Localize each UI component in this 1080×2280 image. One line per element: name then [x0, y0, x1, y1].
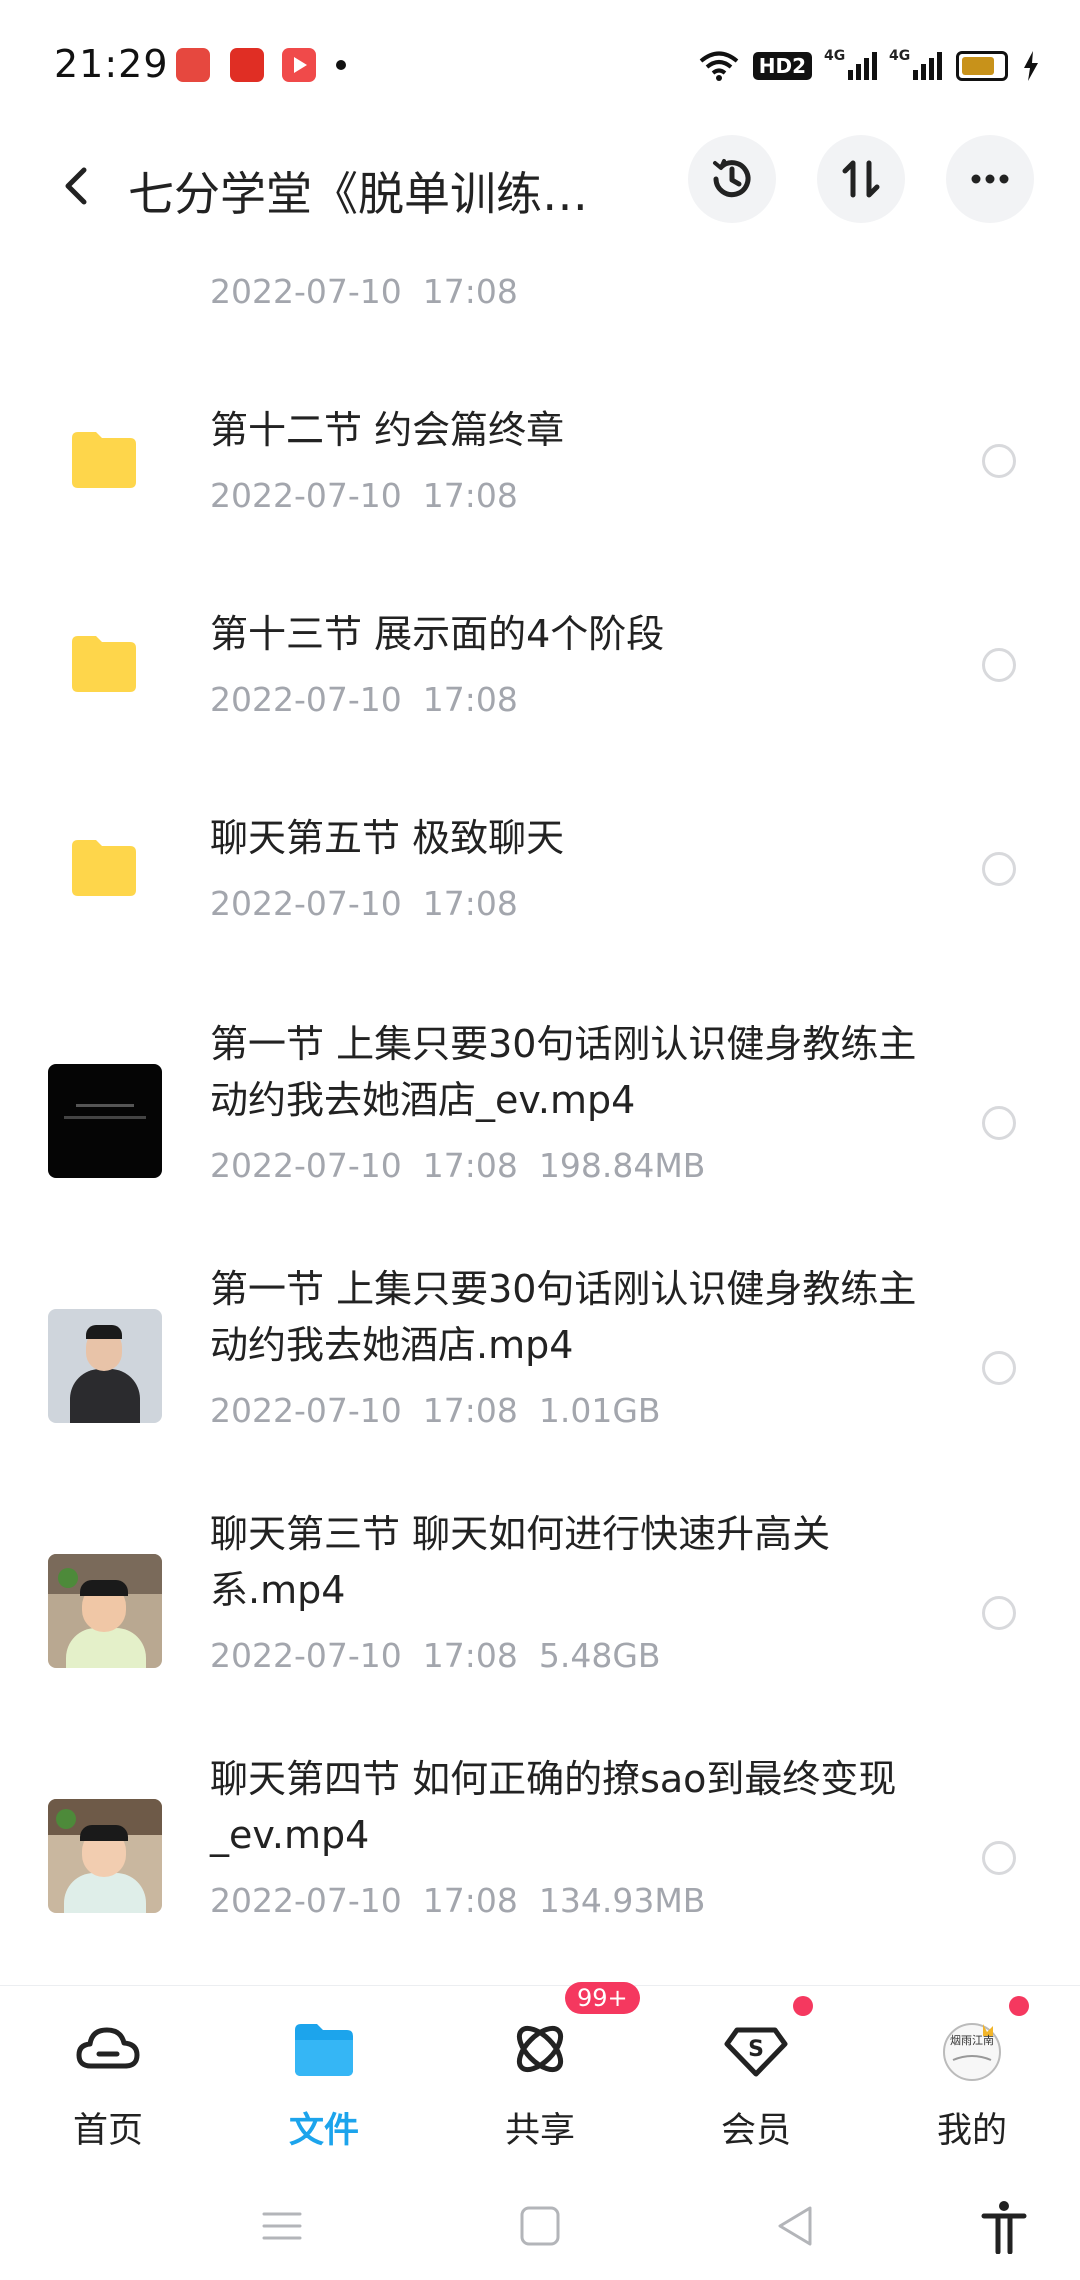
select-radio[interactable] [982, 1106, 1016, 1140]
file-meta: 2022-07-10 17:08 5.48GB [210, 1636, 661, 1675]
home-square-icon[interactable] [512, 2198, 568, 2254]
tab-home[interactable]: 首页 [33, 1986, 183, 2171]
charging-icon [1024, 51, 1038, 81]
top-bar: 七分学堂《脱单训练… [0, 130, 1080, 250]
share-orbit-icon [516, 2025, 564, 2073]
tab-mine[interactable]: 烟雨江南 我的 [897, 1986, 1047, 2171]
video-thumbnail [48, 1799, 162, 1913]
file-meta: 2022-07-10 17:08 [210, 680, 518, 719]
file-row[interactable]: 聊天第五节 极致聊天 2022-07-10 17:08 [0, 788, 1080, 988]
notification-dot [1009, 1996, 1029, 2016]
video-thumbnail [48, 1064, 162, 1178]
file-list: 2022-07-10 17:08 第十二节 约会篇终章 2022-07-10 1… [0, 250, 1080, 1980]
select-radio[interactable] [982, 444, 1016, 478]
hd-badge: HD2 [752, 52, 812, 80]
system-nav-bar [0, 2170, 1080, 2280]
toutiao-icon [176, 48, 210, 82]
file-row[interactable]: 第一节 上集只要30句话刚认识健身教练主动约我去她酒店.mp4 2022-07-… [0, 1255, 1080, 1495]
status-bar: 21:29 HD2 4G 4G [0, 0, 1080, 130]
pinduoduo-icon [230, 48, 264, 82]
select-radio[interactable] [982, 648, 1016, 682]
file-meta: 2022-07-10 17:08 [210, 884, 518, 923]
sort-button[interactable] [817, 135, 905, 223]
file-row[interactable]: 2022-07-10 17:08 [0, 250, 1080, 360]
file-row[interactable]: 第十二节 约会篇终章 2022-07-10 17:08 [0, 380, 1080, 580]
select-radio[interactable] [982, 1841, 1016, 1875]
back-triangle-icon[interactable] [768, 2198, 824, 2254]
svg-text:S: S [748, 2037, 764, 2062]
video-app-icon [282, 48, 316, 82]
accessibility-icon[interactable] [976, 2198, 1032, 2254]
tab-files[interactable]: 文件 [249, 1986, 399, 2171]
signal-4g-icon: 4G [824, 48, 877, 80]
file-name: 第十二节 约会篇终章 [210, 408, 565, 452]
file-meta: 2022-07-10 17:08 198.84MB [210, 1146, 706, 1185]
file-name: 第一节 上集只要30句话刚认识健身教练主动约我去她酒店_ev.mp4 [210, 1022, 917, 1122]
file-row[interactable]: 聊天第四节 如何正确的撩sao到最终变现_ev.mp4 2022-07-10 1… [0, 1745, 1080, 1980]
tab-label: 共享 [504, 2111, 575, 2151]
video-thumbnail [48, 1309, 162, 1423]
file-name: 聊天第四节 如何正确的撩sao到最终变现_ev.mp4 [210, 1757, 897, 1857]
file-name: 聊天第三节 聊天如何进行快速升高关系.mp4 [210, 1512, 831, 1612]
file-meta: 2022-07-10 17:08 [210, 476, 518, 515]
sort-icon [842, 160, 880, 198]
status-time: 21:29 [54, 42, 169, 86]
file-name: 第十三节 展示面的4个阶段 [210, 612, 665, 656]
menu-icon[interactable] [254, 2198, 310, 2254]
signal-4g-icon: 4G [889, 48, 942, 80]
tab-share[interactable]: 99+ 共享 [465, 1982, 640, 2171]
page-title: 七分学堂《脱单训练… [128, 167, 588, 221]
file-meta: 2022-07-10 17:08 134.93MB [210, 1881, 706, 1920]
bottom-tab-bar: 首页 文件 99+ 共享 S 会员 烟雨江南 我的 [0, 1982, 1080, 2171]
tab-label: 我的 [936, 2111, 1007, 2151]
notification-dot [336, 60, 346, 70]
folder-icon [72, 840, 136, 896]
notification-dot [793, 1996, 813, 2016]
wifi-icon [699, 51, 739, 81]
folder-icon [72, 636, 136, 692]
battery-icon [956, 51, 1008, 81]
avatar-icon [943, 2023, 1001, 2081]
file-row[interactable]: 聊天第三节 聊天如何进行快速升高关系.mp4 2022-07-10 17:08 … [0, 1500, 1080, 1740]
more-icon [971, 174, 1009, 184]
status-icons: HD2 4G 4G [699, 44, 1040, 88]
cloud-icon [76, 2027, 140, 2069]
tab-vip[interactable]: S 会员 [681, 1986, 831, 2171]
back-icon[interactable] [48, 156, 108, 216]
avatar-text: 烟雨江南 [950, 2034, 994, 2047]
folder-icon [72, 432, 136, 488]
tab-label: 文件 [288, 2111, 359, 2151]
history-icon [713, 159, 751, 198]
file-meta: 2022-07-10 17:08 [210, 272, 518, 311]
notification-badge: 99+ [565, 1982, 640, 2014]
file-meta: 2022-07-10 17:08 1.01GB [210, 1391, 661, 1430]
video-thumbnail [48, 1554, 162, 1668]
more-button[interactable] [946, 135, 1034, 223]
tab-label: 首页 [72, 2111, 143, 2151]
tab-label: 会员 [720, 2111, 791, 2151]
file-row[interactable]: 第十三节 展示面的4个阶段 2022-07-10 17:08 [0, 584, 1080, 784]
file-name: 第一节 上集只要30句话刚认识健身教练主动约我去她酒店.mp4 [210, 1267, 917, 1367]
history-button[interactable] [688, 135, 776, 223]
file-name: 聊天第五节 极致聊天 [210, 816, 565, 860]
file-row[interactable]: 第一节 上集只要30句话刚认识健身教练主动约我去她酒店_ev.mp4 2022-… [0, 1010, 1080, 1250]
vip-s-icon: S [724, 2027, 788, 2077]
select-radio[interactable] [982, 1596, 1016, 1630]
select-radio[interactable] [982, 852, 1016, 886]
select-radio[interactable] [982, 1351, 1016, 1385]
folder-icon [295, 2024, 353, 2076]
